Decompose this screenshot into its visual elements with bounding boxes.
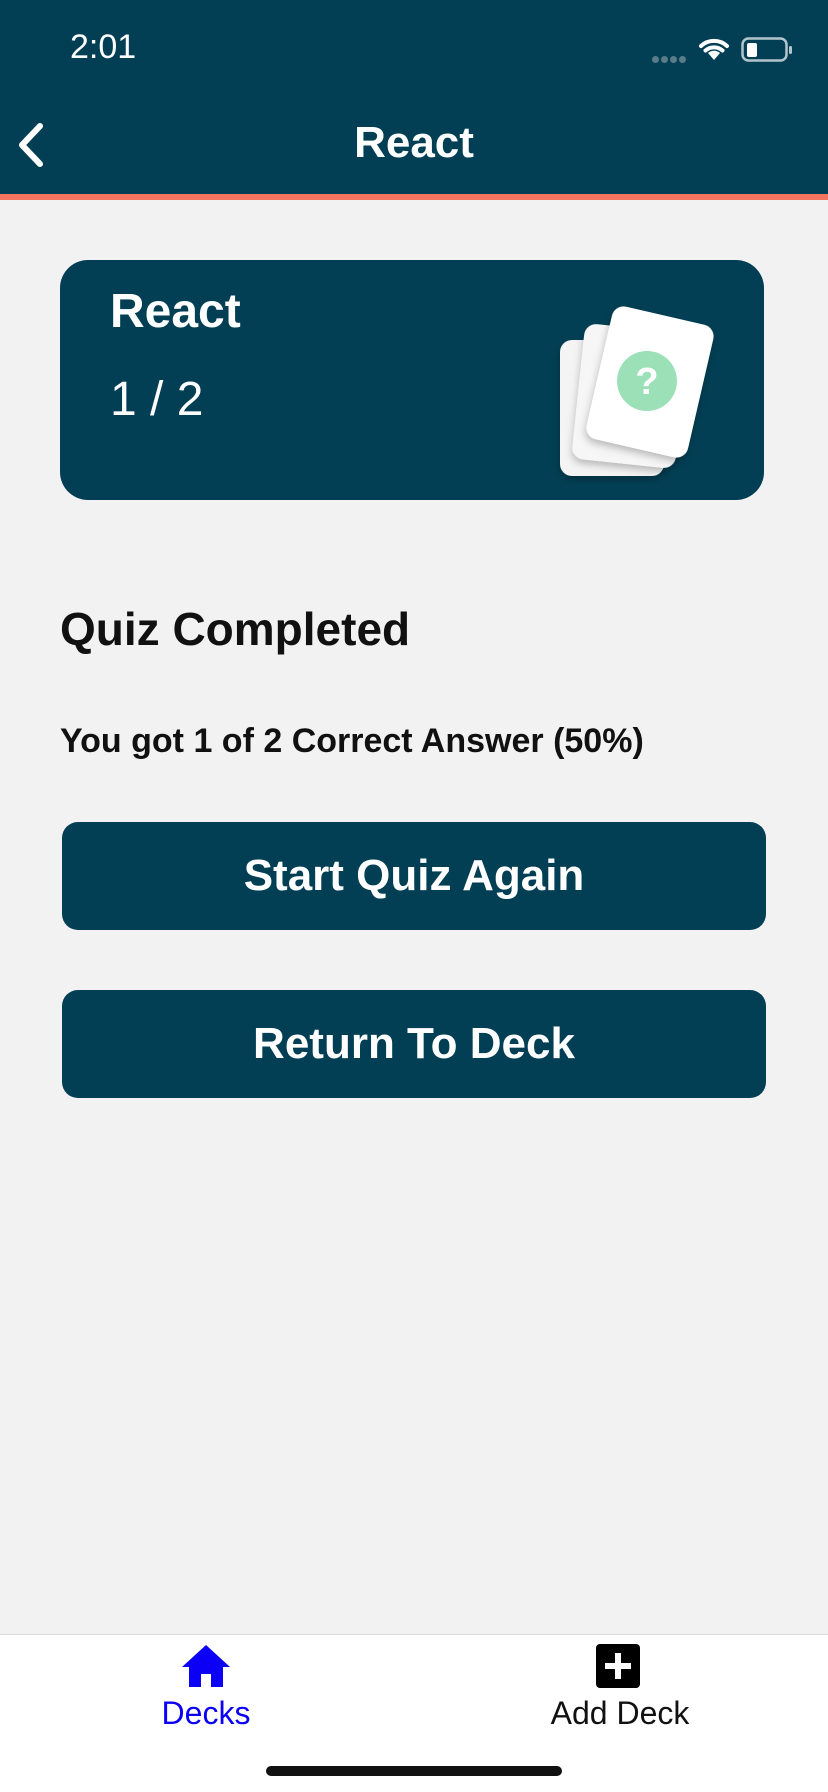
add-box-icon [596, 1644, 640, 1688]
battery-icon [741, 37, 792, 62]
svg-text:?: ? [635, 361, 658, 403]
score-summary: You got 1 of 2 Correct Answer (50%) [60, 722, 644, 760]
header-accent-border [0, 194, 828, 200]
tab-add-deck[interactable]: Add Deck [470, 1635, 770, 1745]
status-time: 2:01 [70, 28, 137, 66]
wifi-icon [699, 38, 729, 60]
deck-progress: 1 / 2 [110, 373, 204, 426]
home-icon [182, 1645, 230, 1687]
deck-name: React [110, 285, 241, 338]
cellular-signal-icon [652, 50, 688, 68]
start-quiz-again-button[interactable]: Start Quiz Again [62, 822, 766, 930]
question-cards-icon: ? [560, 306, 714, 476]
quiz-completed-title: Quiz Completed [60, 603, 411, 655]
home-indicator [266, 1766, 562, 1776]
tab-decks-label: Decks [161, 1695, 251, 1731]
deck-summary-card: React 1 / 2 ? [60, 260, 764, 500]
nav-header: 2:01 React [0, 0, 828, 200]
nav-title: React [354, 118, 474, 167]
tab-decks[interactable]: Decks [56, 1635, 356, 1745]
return-to-deck-button[interactable]: Return To Deck [62, 990, 766, 1098]
tab-add-deck-label: Add Deck [550, 1695, 690, 1731]
